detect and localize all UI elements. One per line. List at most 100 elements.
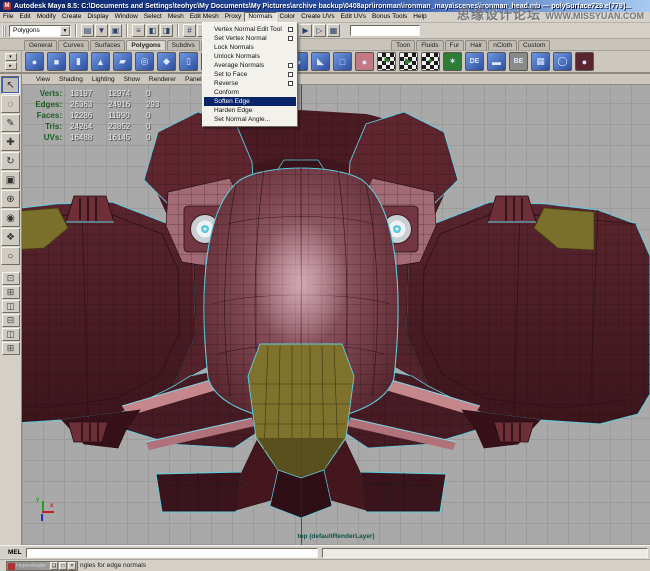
status-line-grip[interactable] [2, 25, 6, 37]
shelf-next-icon[interactable]: ▸ [5, 62, 17, 70]
panel-menu-item[interactable]: Renderer [149, 76, 176, 83]
menu-bar-item[interactable]: Normals [244, 12, 276, 22]
universal-manipulator-tool[interactable]: ⊕ [1, 190, 20, 208]
soft-modification-tool[interactable]: ◉ [1, 209, 20, 227]
shelf-menu-icon[interactable]: ▾ [5, 53, 17, 61]
menu-bar-item[interactable]: Display [84, 12, 111, 22]
blue-plane-icon[interactable]: ▬ [487, 52, 506, 71]
menu-bar-item[interactable]: Select [141, 12, 165, 22]
menu-bar-item[interactable]: File [0, 12, 16, 22]
snap-grid-icon[interactable]: # [183, 24, 196, 37]
layout-persp-outliner[interactable]: ◫ [2, 328, 20, 341]
render-settings-icon[interactable]: ▦ [327, 24, 340, 37]
menu-bar-item[interactable]: Edit UVs [338, 12, 369, 22]
render-region-flag-icon[interactable]: ✦ [421, 52, 440, 71]
poly-pipe-icon[interactable]: ▯ [179, 52, 198, 71]
shelf-tab[interactable]: Surfaces [90, 40, 126, 50]
mental-ray-be-icon[interactable]: BE [509, 52, 528, 71]
menu-item[interactable]: Conform [204, 88, 296, 97]
open-scene-icon[interactable]: ▼ [95, 24, 108, 37]
mel-input[interactable] [26, 548, 318, 558]
shelf-tab[interactable]: Polygons [126, 40, 165, 50]
poly-bevel-icon[interactable]: ◣ [311, 52, 330, 71]
menu-bar-item[interactable]: Mesh [165, 12, 187, 22]
panel-menu-item[interactable]: View [36, 76, 50, 83]
render-current-frame-icon[interactable]: ▶ [299, 24, 312, 37]
poly-cone-icon[interactable]: ▲ [91, 52, 110, 71]
menu-bar-item[interactable]: Proxy [222, 12, 245, 22]
menu-bar-item[interactable]: Help [410, 12, 429, 22]
menu-item[interactable]: Average Normals [204, 61, 296, 70]
render-wheel-icon[interactable]: ✶ [443, 52, 462, 71]
restore-icon[interactable]: ❏ [50, 562, 58, 570]
option-box-icon[interactable] [288, 27, 293, 32]
panel-menu-item[interactable]: Lighting [92, 76, 115, 83]
floating-window-titlebar[interactable]: Hypershade ❏ □ × [6, 561, 78, 571]
viewport-top-camera[interactable]: ViewShadingLightingShowRendererPanels Ve… [22, 74, 650, 545]
menu-bar-item[interactable]: Bonus Tools [369, 12, 410, 22]
lambert-material-icon[interactable]: ● [355, 52, 374, 71]
menu-bar-item[interactable]: Modify [34, 12, 59, 22]
poly-pyramid-icon[interactable]: ◆ [157, 52, 176, 71]
shelf-tab[interactable]: Hair [465, 40, 487, 50]
menu-bar-item[interactable]: Create UVs [298, 12, 338, 22]
last-tool[interactable]: ○ [1, 247, 20, 265]
layout-single-pane[interactable]: ⊡ [2, 272, 20, 285]
menu-item[interactable]: Unlock Normals [204, 52, 296, 61]
select-component-icon[interactable]: ◨ [160, 24, 173, 37]
menu-item[interactable]: Set to Face [204, 70, 296, 79]
shelf-tab[interactable]: Fluids [416, 40, 443, 50]
shelf-tab[interactable]: General [24, 40, 57, 50]
save-scene-icon[interactable]: ▣ [109, 24, 122, 37]
menu-item[interactable]: Soften Edge [204, 97, 296, 106]
select-tool[interactable]: ↖ [1, 76, 20, 94]
uv-planar-map-icon[interactable]: □ [333, 52, 352, 71]
menu-bar-item[interactable]: Edit Mesh [187, 12, 222, 22]
ipr-render-icon[interactable]: ▷ [313, 24, 326, 37]
render-flag-icon[interactable]: ⚑ [377, 52, 396, 71]
menu-bar-item[interactable]: Create [59, 12, 85, 22]
menu-item[interactable]: Harden Edge [204, 106, 296, 115]
shelf-tab[interactable]: Subdivs [167, 40, 200, 50]
menu-bar-item[interactable]: Edit [16, 12, 33, 22]
menu-item[interactable]: Set Vertex Normal [204, 34, 296, 43]
batch-render-flag-icon[interactable]: ▶ [399, 52, 418, 71]
move-tool[interactable]: ✚ [1, 133, 20, 151]
panel-menu-item[interactable]: Show [124, 76, 140, 83]
menu-item[interactable]: Vertex Normal Edit Tool [204, 25, 296, 34]
maximize-icon[interactable]: □ [59, 562, 67, 570]
close-icon[interactable]: × [68, 562, 76, 570]
rotate-tool[interactable]: ↻ [1, 152, 20, 170]
poly-cube-icon[interactable]: ■ [47, 52, 66, 71]
panel-menu-item[interactable]: Shading [59, 76, 83, 83]
poly-cylinder-icon[interactable]: ▮ [69, 52, 88, 71]
poly-sphere-icon[interactable]: ● [25, 52, 44, 71]
layout-hypershade[interactable]: ⊞ [2, 342, 20, 355]
menu-set-selector[interactable]: Polygons ▼ [9, 25, 71, 37]
new-scene-icon[interactable]: ▤ [81, 24, 94, 37]
shelf-tab[interactable]: Custom [518, 40, 550, 50]
chevron-down-icon[interactable]: ▼ [60, 26, 70, 36]
paint-select-tool[interactable]: ✎ [1, 114, 20, 132]
scale-tool[interactable]: ▣ [1, 171, 20, 189]
option-box-icon[interactable] [288, 81, 293, 86]
menu-bar-item[interactable]: Color [277, 12, 299, 22]
shelf-tab[interactable]: Toon [391, 40, 415, 50]
mental-ray-de-icon[interactable]: DE [465, 52, 484, 71]
menu-item[interactable]: Reverse [204, 79, 296, 88]
mel-label[interactable]: MEL [8, 549, 22, 556]
sphere-projection-icon[interactable]: ◯ [553, 52, 572, 71]
layout-two-stack[interactable]: ⊟ [2, 314, 20, 327]
menu-item[interactable]: Set Normal Angle... [204, 115, 296, 124]
poly-plane-icon[interactable]: ▰ [113, 52, 132, 71]
shelf-tab[interactable]: Fur [445, 40, 465, 50]
menu-bar-item[interactable]: Window [112, 12, 141, 22]
menu-item[interactable]: Lock Normals [204, 43, 296, 52]
option-box-icon[interactable] [288, 72, 293, 77]
poly-torus-icon[interactable]: ◎ [135, 52, 154, 71]
option-box-icon[interactable] [288, 63, 293, 68]
quick-selection-field[interactable] [350, 25, 420, 36]
ironman-helmet-model[interactable] [22, 74, 650, 545]
lasso-select-tool[interactable]: ◌ [1, 95, 20, 113]
dark-sphere-icon[interactable]: ● [575, 52, 594, 71]
